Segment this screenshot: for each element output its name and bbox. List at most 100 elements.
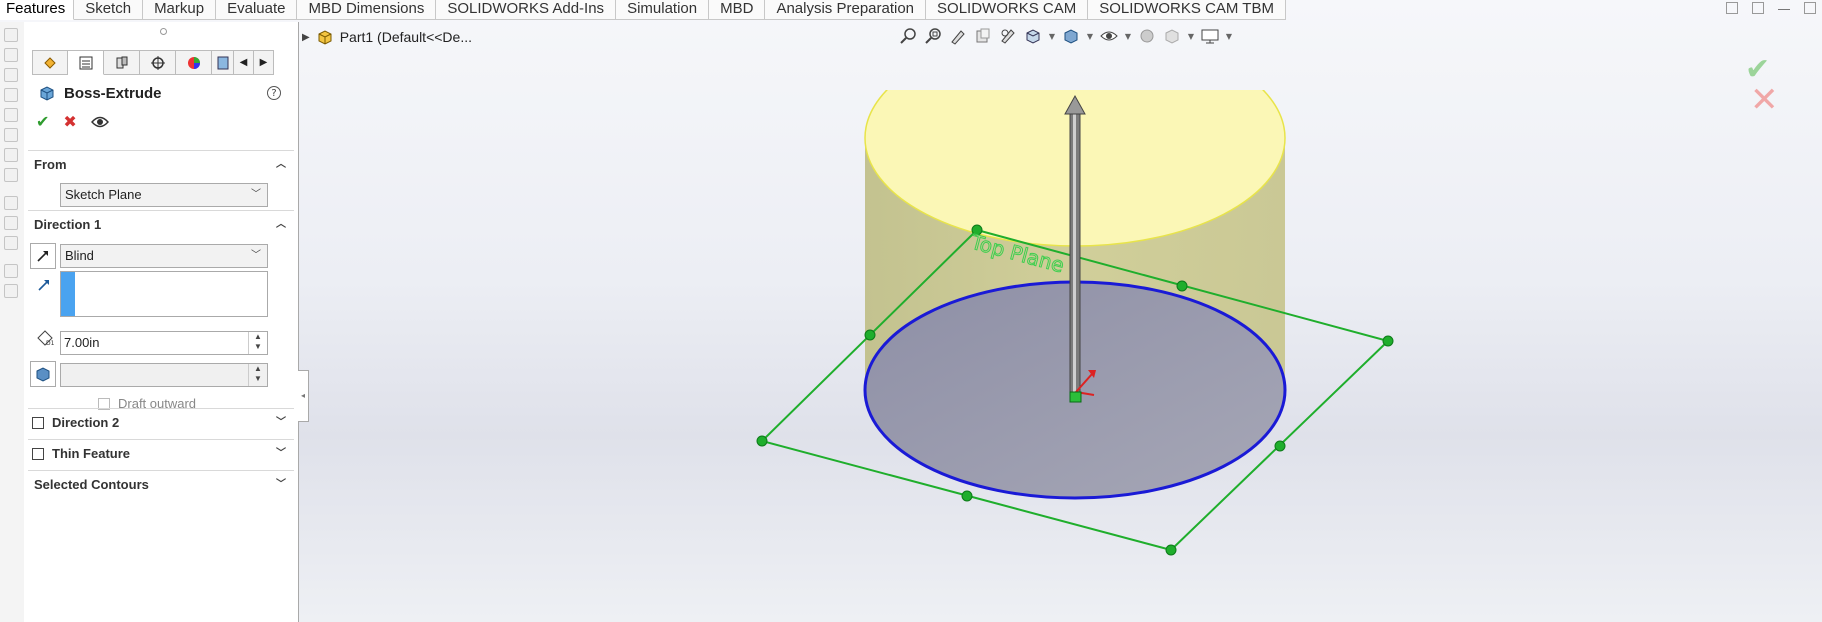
eye-icon[interactable] bbox=[90, 115, 109, 129]
from-header[interactable]: From ︿ bbox=[28, 151, 294, 179]
toolbar-icon[interactable] bbox=[4, 148, 18, 162]
toolbar-icon[interactable] bbox=[4, 284, 18, 298]
tab-markup[interactable]: Markup bbox=[143, 0, 217, 20]
reverse-direction-button[interactable] bbox=[30, 243, 56, 269]
depth-value: 7.00in bbox=[64, 335, 100, 350]
tab-features[interactable]: Features bbox=[0, 0, 75, 20]
from-select[interactable]: Sketch Plane ﹀ bbox=[60, 183, 268, 207]
heads-up-toolbar: ▼ ▼ ▼ ▼ ▼ bbox=[898, 26, 1233, 46]
zoom-to-fit-icon[interactable] bbox=[898, 26, 918, 46]
toolbar-icon[interactable] bbox=[4, 128, 18, 142]
apply-scene-icon[interactable] bbox=[1162, 26, 1182, 46]
selected-contours-header[interactable]: Selected Contours ﹀ bbox=[28, 471, 294, 499]
confirm-cancel-icon[interactable]: ✕ bbox=[1750, 80, 1779, 120]
float-panel-icon[interactable] bbox=[1752, 2, 1764, 14]
chevron-down-icon[interactable]: ▼ bbox=[1124, 26, 1132, 46]
direction2-checkbox[interactable] bbox=[32, 417, 44, 429]
draft-toggle-button[interactable] bbox=[30, 361, 56, 387]
from-value: Sketch Plane bbox=[65, 187, 142, 202]
toolbar-icon[interactable] bbox=[4, 264, 18, 278]
chevron-down-icon[interactable]: ▼ bbox=[1187, 26, 1195, 46]
toolbar-icon[interactable] bbox=[4, 48, 18, 62]
chevron-down-icon: ﹀ bbox=[251, 189, 261, 200]
tab-display-manager[interactable] bbox=[176, 50, 212, 75]
tab-solidworks-cam-tbm[interactable]: SOLIDWORKS CAM TBM bbox=[1088, 0, 1286, 20]
part-label[interactable]: Part1 (Default<<De... bbox=[340, 29, 472, 45]
part-icon bbox=[318, 30, 332, 45]
toolbar-icon[interactable] bbox=[4, 236, 18, 250]
expand-arrow-icon[interactable]: ▶ bbox=[302, 32, 310, 43]
panel-grip-icon[interactable] bbox=[160, 28, 167, 35]
tab-dimxpert-manager[interactable] bbox=[140, 50, 176, 75]
display-style-icon[interactable] bbox=[1061, 26, 1081, 46]
spin-arrows-icon[interactable]: ▲ ▼ bbox=[248, 332, 267, 354]
minimize-icon[interactable] bbox=[1778, 2, 1790, 10]
action-row: ✔ ✖ bbox=[36, 114, 109, 130]
direction1-label: Direction 1 bbox=[34, 217, 102, 232]
thin-feature-section: Thin Feature ﹀ bbox=[28, 439, 294, 470]
edit-appearance-icon[interactable] bbox=[1137, 26, 1157, 46]
toolbar-icon[interactable] bbox=[4, 108, 18, 122]
chevron-up-icon[interactable]: ︿ bbox=[276, 211, 286, 239]
toolbar-icon[interactable] bbox=[4, 216, 18, 230]
view-settings-icon[interactable] bbox=[1200, 26, 1220, 46]
panel-collapse-handle[interactable]: ◂ bbox=[298, 370, 309, 422]
chevron-down-icon[interactable]: ﹀ bbox=[276, 440, 286, 468]
direction-reference-list[interactable] bbox=[60, 271, 268, 317]
zoom-to-area-icon[interactable] bbox=[923, 26, 943, 46]
tab-analysis-preparation[interactable]: Analysis Preparation bbox=[765, 0, 927, 20]
tab-property-manager[interactable] bbox=[68, 50, 104, 75]
maximize-icon[interactable] bbox=[1804, 2, 1816, 14]
chevron-down-icon[interactable]: ▼ bbox=[1225, 26, 1233, 46]
draft-angle-input[interactable]: ▲ ▼ bbox=[60, 363, 268, 387]
tab-solidworks-addins[interactable]: SOLIDWORKS Add-Ins bbox=[436, 0, 617, 20]
toolbar-icon[interactable] bbox=[4, 168, 18, 182]
dynamic-annotation-icon[interactable] bbox=[998, 26, 1018, 46]
model-viewport[interactable]: Top Plane bbox=[740, 90, 1440, 570]
help-icon[interactable]: ? bbox=[267, 86, 281, 100]
tab-scroll-right-icon[interactable]: ▶ bbox=[254, 50, 274, 75]
direction1-header[interactable]: Direction 1 ︿ bbox=[28, 211, 294, 239]
toolbar-icon[interactable] bbox=[4, 28, 18, 42]
toolbar-icon[interactable] bbox=[4, 88, 18, 102]
tab-configuration-manager[interactable] bbox=[104, 50, 140, 75]
thin-feature-header[interactable]: Thin Feature ﹀ bbox=[28, 440, 294, 468]
thin-feature-checkbox[interactable] bbox=[32, 448, 44, 460]
tab-scroll-left-icon[interactable]: ◀ bbox=[234, 50, 254, 75]
toolbar-icon[interactable] bbox=[4, 196, 18, 210]
tab-evaluate[interactable]: Evaluate bbox=[216, 0, 298, 20]
appearance-icon bbox=[187, 56, 200, 69]
chevron-down-icon[interactable]: ▼ bbox=[1086, 26, 1094, 46]
tab-feature-manager[interactable] bbox=[32, 50, 68, 75]
end-condition-select[interactable]: Blind ﹀ bbox=[60, 244, 268, 268]
chevron-down-icon[interactable]: ﹀ bbox=[276, 409, 286, 437]
chevron-down-icon[interactable]: ▼ bbox=[1048, 26, 1056, 46]
tab-cam-manager[interactable] bbox=[212, 50, 234, 75]
extrude-icon bbox=[40, 86, 54, 101]
chevron-up-icon[interactable]: ︿ bbox=[276, 151, 286, 179]
tab-simulation[interactable]: Simulation bbox=[616, 0, 710, 20]
section-view-icon[interactable] bbox=[973, 26, 993, 46]
selected-contours-label: Selected Contours bbox=[34, 477, 149, 492]
cam-icon bbox=[217, 56, 228, 69]
view-orientation-icon[interactable] bbox=[1023, 26, 1043, 46]
chevron-down-icon[interactable]: ﹀ bbox=[276, 471, 286, 499]
previous-view-icon[interactable] bbox=[948, 26, 968, 46]
depth-icon: D1 bbox=[37, 330, 54, 347]
reverse-arrow-icon bbox=[37, 251, 48, 262]
hide-show-items-icon[interactable] bbox=[1099, 26, 1119, 46]
toolbar-icon[interactable] bbox=[4, 68, 18, 82]
manager-tabs: ◀ ▶ bbox=[32, 50, 274, 76]
tab-mbd[interactable]: MBD bbox=[709, 0, 766, 20]
restore-panel-icon[interactable] bbox=[1726, 2, 1738, 14]
check-icon[interactable]: ✔ bbox=[36, 114, 49, 130]
spin-arrows-icon[interactable]: ▲ ▼ bbox=[248, 364, 267, 386]
tab-solidworks-cam[interactable]: SOLIDWORKS CAM bbox=[926, 0, 1089, 20]
direction2-header[interactable]: Direction 2 ﹀ bbox=[28, 409, 294, 437]
feature-title: Boss-Extrude bbox=[38, 84, 162, 102]
depth-input[interactable]: 7.00in ▲ ▼ bbox=[60, 331, 268, 355]
cross-icon[interactable]: ✖ bbox=[63, 114, 76, 130]
feature-name: Boss-Extrude bbox=[64, 84, 162, 102]
tab-sketch[interactable]: Sketch bbox=[74, 0, 144, 20]
tab-mbd-dimensions[interactable]: MBD Dimensions bbox=[297, 0, 437, 20]
